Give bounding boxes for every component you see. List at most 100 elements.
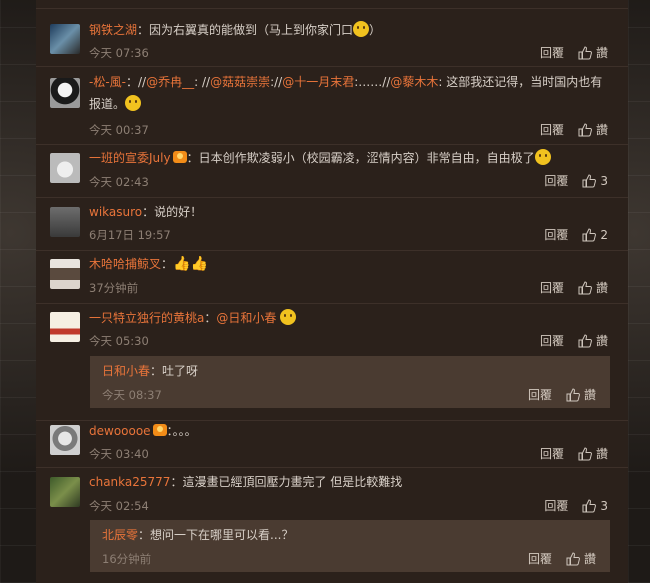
reply-button[interactable]: 回覆	[540, 279, 564, 296]
sub-reply: 日和小春：吐了呀 今天 08:37 回覆 讚	[90, 356, 610, 408]
comment-item: 一只特立独行的黄桃a：@日和小春 今天 05:30 回覆 讚 日和小春：吐了呀 …	[36, 303, 628, 421]
comment-time: 37分钟前	[89, 281, 139, 295]
avatar[interactable]	[50, 425, 80, 455]
comment-list: 钢铁之湖：因为右翼真的能做到（马上到你家门口 ） 今天 07:36 回覆 讚 -松…	[36, 0, 628, 583]
thumbs-up-icon	[578, 280, 592, 294]
mention-link[interactable]: @日和小春	[216, 311, 276, 325]
like-button[interactable]: 3	[582, 499, 608, 513]
sub-reply-text: ：吐了呀	[150, 364, 199, 378]
like-count: 3	[600, 498, 608, 513]
comment-time: 今天 07:36	[89, 46, 149, 60]
like-label: 讚	[595, 123, 608, 137]
comment-time: 今天 02:43	[89, 175, 149, 189]
like-button[interactable]: 讚	[578, 445, 608, 462]
reply-button[interactable]: 回覆	[544, 497, 568, 514]
comment-text: ：说的好！	[142, 205, 203, 219]
like-button[interactable]: 讚	[578, 44, 608, 61]
comment-username[interactable]: -松-風-	[89, 75, 126, 89]
vip-badge-icon	[152, 424, 167, 436]
thumbs-up-icon	[582, 227, 597, 241]
like-label: 讚	[583, 552, 596, 566]
background-left	[0, 0, 36, 583]
comment-time: 今天 03:40	[89, 447, 149, 461]
comment-text: : //	[194, 75, 211, 89]
thumbs-up-emoji-icon: 👍👍	[173, 256, 208, 272]
smile-emoji-icon	[353, 21, 370, 37]
thumbs-up-icon	[566, 387, 580, 401]
comment-item: 钢铁之湖：因为右翼真的能做到（马上到你家门口 ） 今天 07:36 回覆 讚	[36, 14, 628, 67]
sub-reply-time: 今天 08:37	[102, 388, 162, 402]
comment-text: ：因为右翼真的能做到（马上到你家门口	[137, 23, 354, 37]
comment-username[interactable]: chanka25777	[89, 475, 170, 489]
reply-button[interactable]: 回覆	[528, 386, 552, 403]
mention-link[interactable]: @藜木木	[390, 75, 438, 89]
comment-item: wikasuro：说的好！ 6月17日 19:57 回覆 2	[36, 197, 628, 251]
comment-item: dewooooe ：。。。 今天 03:40 回覆 讚	[36, 420, 628, 468]
reply-button[interactable]: 回覆	[540, 121, 564, 138]
avatar[interactable]	[50, 78, 80, 108]
avatar[interactable]	[50, 477, 80, 507]
like-label: 讚	[583, 388, 596, 402]
mention-link[interactable]: @十一月末君	[282, 75, 354, 89]
sub-reply-time: 16分钟前	[102, 552, 152, 566]
like-count: 3	[600, 173, 608, 188]
reply-button[interactable]: 回覆	[540, 445, 564, 462]
avatar[interactable]	[50, 312, 80, 342]
comment-username[interactable]: 一只特立独行的黄桃a	[89, 311, 204, 325]
sub-reply: 北辰零：想问一下在哪里可以看...？ 16分钟前 回覆 讚	[90, 520, 610, 572]
thinking-emoji-icon	[534, 149, 551, 165]
like-button[interactable]: 讚	[566, 550, 596, 567]
sub-reply-text: ：想问一下在哪里可以看...？	[138, 528, 294, 542]
reply-button[interactable]: 回覆	[544, 172, 568, 189]
avatar[interactable]	[50, 259, 80, 289]
reply-button[interactable]: 回覆	[540, 44, 564, 61]
comment-time: 今天 05:30	[89, 334, 149, 348]
like-count: 2	[600, 227, 608, 242]
comment-username[interactable]: dewooooe	[89, 424, 151, 438]
comment-item: -松-風-：//@乔冉__: //@菇菇崇崇://@十一月末君:……//@藜木木…	[36, 66, 628, 145]
like-label: 讚	[595, 46, 608, 60]
like-label: 讚	[595, 447, 608, 461]
like-button[interactable]: 讚	[578, 121, 608, 138]
comment-text: ：	[204, 311, 217, 325]
like-button[interactable]: 3	[582, 174, 608, 188]
thumbs-up-icon	[566, 551, 580, 565]
comment-item: chanka25777：這漫畫已經頂回壓力畫完了 但是比較難找 今天 02:54…	[36, 467, 628, 583]
comment-username[interactable]: 一班的宣委July	[89, 151, 171, 165]
speechless-emoji-icon	[125, 95, 142, 111]
comment-username[interactable]: 钢铁之湖	[89, 23, 137, 37]
mention-link[interactable]: @乔冉__	[146, 75, 194, 89]
comment-item-clipped	[36, 0, 628, 9]
thumbs-up-icon	[582, 173, 597, 187]
crying-emoji-icon	[280, 309, 297, 325]
sub-reply-username[interactable]: 日和小春	[102, 364, 150, 378]
like-label: 讚	[595, 334, 608, 348]
like-button[interactable]: 讚	[566, 386, 596, 403]
like-button[interactable]: 讚	[578, 332, 608, 349]
thumbs-up-icon	[578, 333, 592, 347]
reply-button[interactable]: 回覆	[528, 550, 552, 567]
comment-time: 今天 00:37	[89, 123, 149, 137]
comment-text: ：這漫畫已經頂回壓力畫完了 但是比較難找	[170, 475, 403, 489]
comment-username[interactable]: 木哈哈捕鲸叉	[89, 257, 161, 271]
comment-time: 6月17日 19:57	[89, 228, 171, 242]
avatar[interactable]	[50, 153, 80, 183]
comment-text-end: ）	[369, 23, 382, 37]
thumbs-up-icon	[578, 45, 592, 59]
thumbs-up-icon	[582, 498, 597, 512]
sub-reply-username[interactable]: 北辰零	[102, 528, 138, 542]
background-right	[628, 0, 650, 583]
comment-text: ：	[161, 257, 174, 271]
reply-button[interactable]: 回覆	[544, 226, 568, 243]
mention-link[interactable]: @菇菇崇崇	[210, 75, 270, 89]
comment-text: ：日本创作欺凌弱小（校园霸凌，涩情内容）非常自由，自由极了	[186, 151, 535, 165]
vip-badge-icon	[172, 151, 187, 163]
comment-username[interactable]: wikasuro	[89, 205, 142, 219]
comment-text: ://	[270, 75, 283, 89]
like-button[interactable]: 讚	[578, 279, 608, 296]
like-button[interactable]: 2	[582, 228, 608, 242]
avatar[interactable]	[50, 24, 80, 54]
thumbs-up-icon	[578, 122, 592, 136]
avatar[interactable]	[50, 207, 80, 237]
reply-button[interactable]: 回覆	[540, 332, 564, 349]
